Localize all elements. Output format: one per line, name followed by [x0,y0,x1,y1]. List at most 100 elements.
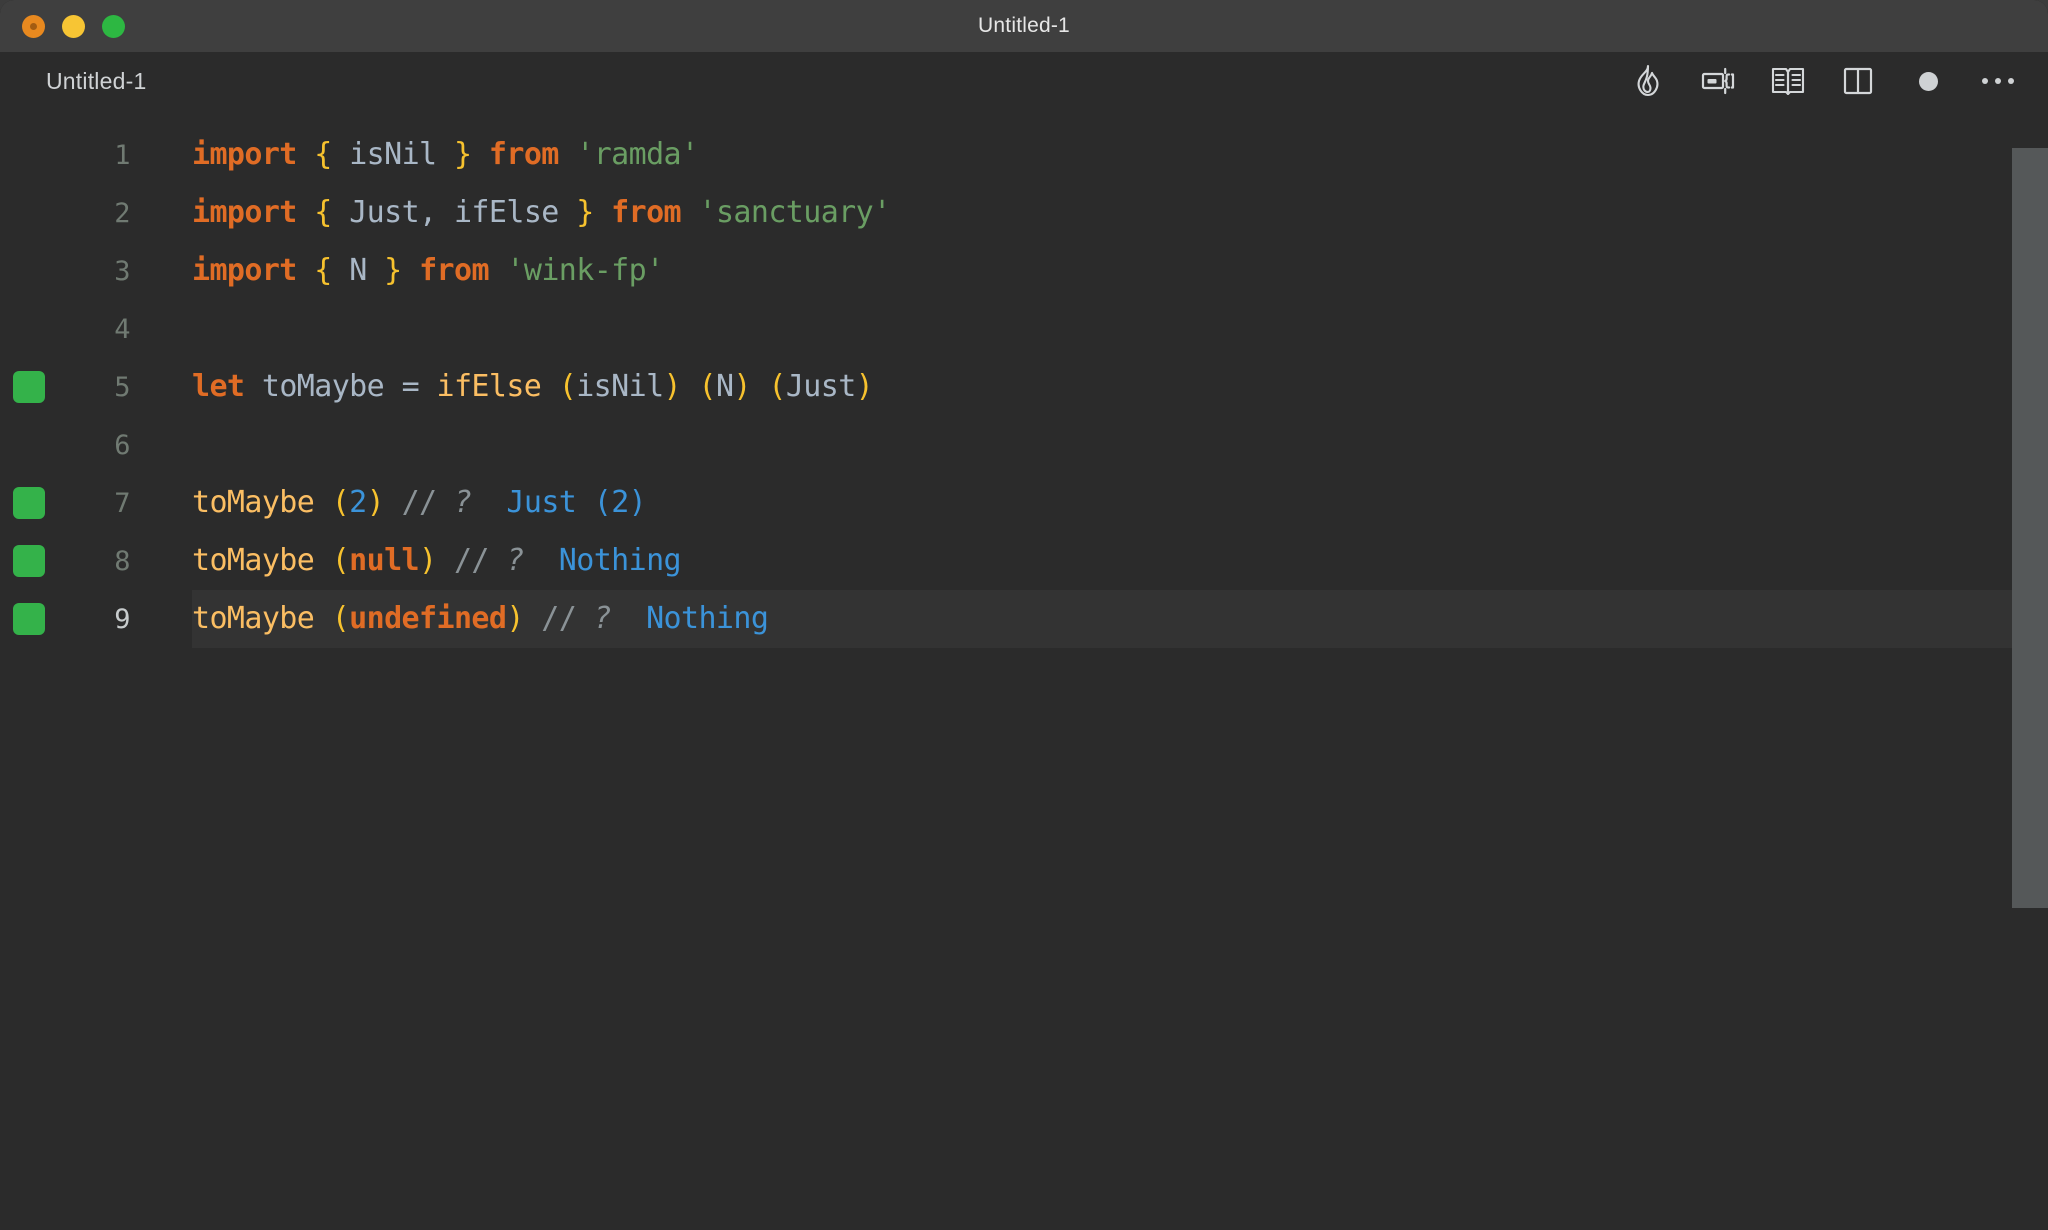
line-number: 3 [114,255,130,287]
code-token: toMaybe [192,601,315,636]
window-titlebar: Untitled-1 [0,0,2048,52]
editor-scrollbar-thumb[interactable] [2012,148,2048,908]
code-line[interactable]: 8 toMaybe (null) // ? Nothing [0,532,2048,590]
code-token: ? [593,601,612,636]
code-token: { [314,195,332,230]
code-token: 'sanctuary' [698,195,891,230]
code-token: ( [331,543,350,578]
gutter-status-marker-icon[interactable] [13,371,45,403]
code-token: } [576,195,594,230]
code-token: toMaybe [192,485,315,520]
code-line-text: toMaybe (2) // ? Just (2) [192,485,647,520]
code-token: 'ramda' [576,137,699,172]
code-token: N [715,369,734,404]
gutter-status-marker-icon[interactable] [13,487,45,519]
code-token: ) [366,485,385,520]
quokka-flame-icon[interactable] [1628,61,1668,101]
line-number: 7 [114,487,130,519]
code-token: ( [331,485,350,520]
code-token: ? [453,485,472,520]
code-line[interactable]: 5 let toMaybe = ifElse (isNil) (N) (Just) [0,358,2048,416]
close-window-button[interactable] [22,14,45,38]
code-editor[interactable]: 1 import { isNil } from 'ramda' 2 import { … [0,110,2048,1230]
code-token: toMaybe [261,369,385,404]
editor-scrollbar-track[interactable] [2012,110,2048,1230]
code-line-text: import { N } from 'wink-fp' [192,256,664,286]
code-token: ifElse [436,369,542,404]
line-number: 8 [114,545,130,577]
code-line[interactable]: 2 import { Just, ifElse } from 'sanctuary… [0,184,2048,242]
open-book-icon[interactable] [1768,61,1808,101]
unsaved-dot-icon[interactable] [1908,61,1948,101]
code-token: // [401,485,438,520]
editor-toolbar [1628,61,2024,101]
code-line-text: import { isNil } from 'ramda' [192,137,699,172]
code-line[interactable]: 1 import { isNil } from 'ramda' [0,126,2048,184]
code-line[interactable]: 7 toMaybe (2) // ? Just (2) [0,474,2048,532]
minimize-window-button[interactable] [62,14,85,38]
tab-strip: Untitled-1 [0,52,2048,110]
code-line[interactable]: 4 [0,300,2048,358]
code-token: 2 [349,485,367,520]
more-actions-icon[interactable] [1978,61,2018,101]
code-token: // [541,601,577,636]
code-line[interactable]: 6 [0,416,2048,474]
code-line[interactable]: 3 import { N } from 'wink-fp' [0,242,2048,300]
gutter-status-marker-icon[interactable] [13,603,45,635]
run-inline-icon[interactable] [1698,61,1738,101]
line-number: 2 [114,197,130,229]
code-token: from [488,137,559,172]
maximize-window-button[interactable] [102,14,125,38]
code-line[interactable]: 9 toMaybe (undefined) // ? Nothing [0,590,2048,648]
code-token: Nothing [646,601,769,636]
code-token: isNil [349,137,437,172]
split-editor-icon[interactable] [1838,61,1878,101]
code-token: import [192,195,297,230]
line-number: 9 [114,603,130,635]
code-lines-container: 1 import { isNil } from 'ramda' 2 import { … [0,110,2048,648]
code-token: ) [628,485,647,520]
code-token: Just [785,369,856,404]
code-token: } [384,253,402,288]
line-number: 4 [114,313,130,345]
line-number: 5 [114,371,130,403]
code-token: ) [855,369,874,404]
gutter-status-marker-icon[interactable] [13,545,45,577]
code-token: ) [663,369,682,404]
line-number: 6 [114,429,130,461]
code-token: toMaybe [192,543,315,578]
tab-untitled-1[interactable]: Untitled-1 [46,68,146,95]
traffic-light-group [22,14,125,38]
code-token: isNil [576,369,664,404]
code-line-text: let toMaybe = ifElse (isNil) (N) (Just) [192,369,874,404]
code-token: undefined [349,601,507,636]
code-token: { [314,253,332,288]
code-line-text: import { Just, ifElse } from 'sanctuary' [192,198,891,228]
window-title: Untitled-1 [978,14,1070,37]
code-line-text: toMaybe (null) // ? Nothing [192,543,682,578]
